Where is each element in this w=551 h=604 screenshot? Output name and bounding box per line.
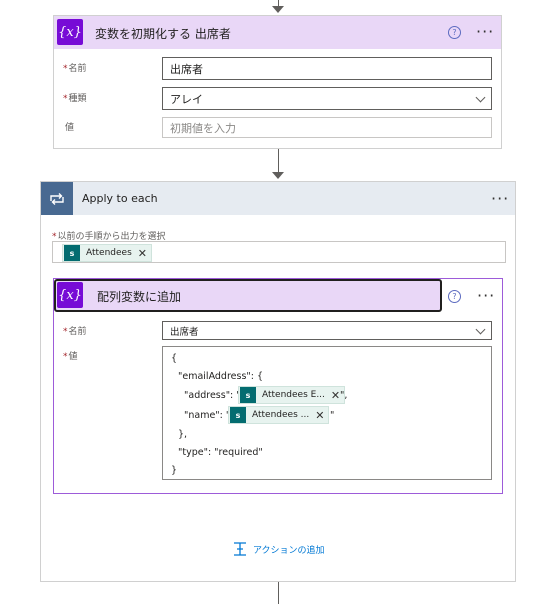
initialize-variable-header[interactable]: {x} 変数を初期化する 出席者 ? ··· bbox=[54, 16, 501, 49]
json-line: } bbox=[171, 465, 178, 476]
json-line: "emailAddress": { bbox=[178, 371, 264, 382]
more-options-icon[interactable]: ··· bbox=[476, 24, 494, 40]
add-action-label: アクションの追加 bbox=[253, 546, 325, 556]
type-label: *種類 bbox=[63, 94, 87, 104]
attendees-name-token-label: Attendees ... bbox=[252, 410, 310, 420]
more-options-icon[interactable]: ··· bbox=[477, 288, 495, 304]
connector-middle bbox=[278, 149, 279, 173]
sharepoint-icon: s bbox=[240, 387, 256, 403]
connector-bottom bbox=[278, 582, 279, 604]
json-line: " bbox=[330, 410, 335, 421]
initialize-variable-title: 変数を初期化する 出席者 bbox=[95, 27, 231, 41]
add-action-button[interactable]: アクションの追加 bbox=[232, 541, 342, 557]
more-options-icon[interactable]: ··· bbox=[491, 191, 509, 207]
name-label: *名前 bbox=[63, 327, 87, 337]
value-label: 値 bbox=[65, 123, 75, 133]
attendees-email-token[interactable]: s Attendees E... ✕ bbox=[238, 386, 346, 404]
json-line: ", bbox=[340, 390, 348, 401]
sharepoint-icon: s bbox=[230, 407, 246, 423]
arrow-middle-icon bbox=[272, 172, 284, 179]
loop-icon bbox=[41, 182, 73, 215]
attendees-token-label: Attendees bbox=[86, 248, 132, 258]
attendees-token[interactable]: s Attendees ✕ bbox=[62, 244, 152, 262]
value-placeholder: 初期値を入力 bbox=[170, 121, 236, 135]
apply-to-each-title: Apply to each bbox=[82, 192, 158, 205]
attendees-email-token-label: Attendees E... bbox=[262, 390, 325, 400]
variable-type-dropdown[interactable]: アレイ bbox=[162, 87, 492, 110]
json-line: }, bbox=[178, 429, 188, 440]
attendees-name-token[interactable]: s Attendees ... ✕ bbox=[228, 406, 330, 424]
close-icon[interactable]: ✕ bbox=[138, 247, 147, 260]
append-array-header[interactable]: {x} 配列変数に追加 bbox=[54, 279, 442, 312]
array-name-value: 出席者 bbox=[170, 326, 199, 338]
close-icon[interactable]: ✕ bbox=[315, 409, 324, 422]
variable-icon: {x} bbox=[57, 19, 83, 45]
json-line: "type": "required" bbox=[178, 447, 263, 458]
json-line: { bbox=[171, 353, 178, 364]
append-array-card: {x} 配列変数に追加 ? ··· *名前 出席者 *値 { "emailAdd… bbox=[53, 278, 503, 494]
help-icon[interactable]: ? bbox=[448, 290, 461, 303]
name-label: *名前 bbox=[63, 64, 87, 74]
help-icon[interactable]: ? bbox=[448, 26, 461, 39]
append-array-title: 配列変数に追加 bbox=[97, 290, 182, 304]
initialize-variable-card: {x} 変数を初期化する 出席者 ? ··· *名前 出席者 *種類 アレイ 値… bbox=[53, 15, 502, 149]
arrow-top-icon bbox=[272, 6, 284, 13]
json-line: "name": " bbox=[184, 410, 231, 421]
array-name-dropdown[interactable]: 出席者 bbox=[162, 321, 492, 340]
variable-icon: {x} bbox=[57, 282, 83, 308]
close-icon[interactable]: ✕ bbox=[331, 389, 340, 402]
json-line: "address": " bbox=[184, 390, 241, 401]
variable-name-input[interactable]: 出席者 bbox=[162, 57, 492, 80]
sharepoint-icon: s bbox=[64, 245, 80, 261]
add-action-icon bbox=[234, 542, 246, 556]
variable-value-input[interactable]: 初期値を入力 bbox=[162, 117, 492, 138]
value-label: *値 bbox=[63, 352, 78, 362]
variable-type-value: アレイ bbox=[170, 92, 203, 106]
apply-to-each-header[interactable]: Apply to each ··· bbox=[41, 182, 515, 215]
apply-to-each-card: Apply to each ··· *以前の手順から出力を選択 s Attend… bbox=[40, 181, 516, 582]
